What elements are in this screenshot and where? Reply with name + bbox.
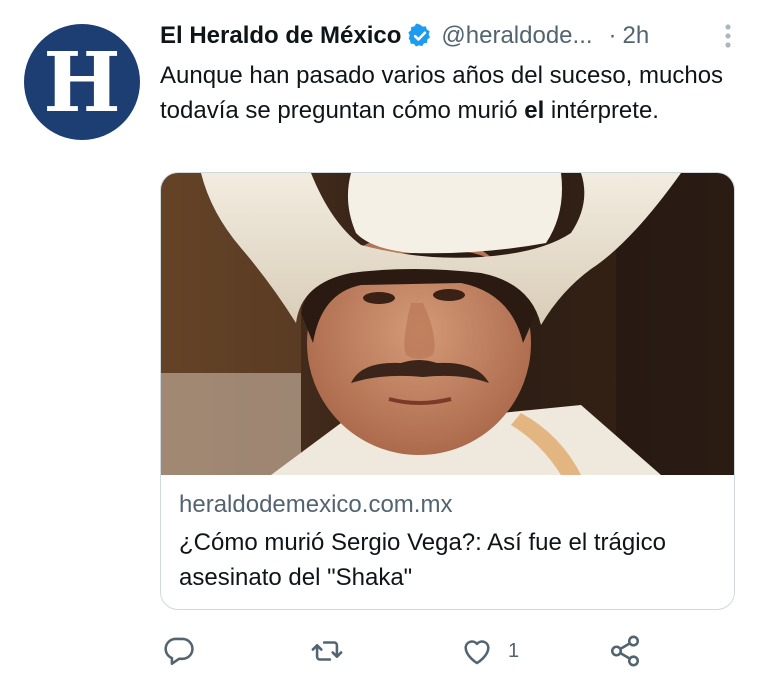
reply-button[interactable] [162, 634, 210, 668]
avatar[interactable]: H [24, 24, 140, 140]
tweet-actions: 1 [160, 630, 700, 678]
avatar-logo-letter: H [43, 35, 121, 131]
share-button[interactable] [608, 634, 656, 668]
like-icon [464, 640, 490, 665]
card-title: ¿Cómo murió Sergio Vega?: Así fue el trá… [179, 529, 666, 591]
card-domain: heraldodemexico.com.mx [179, 491, 453, 518]
tweet-text-end: intérprete. [544, 97, 659, 124]
tweet-header: El Heraldo de México @heraldode... · 2h [160, 18, 740, 54]
like-count: 1 [508, 639, 520, 662]
link-card[interactable]: heraldodemexico.com.mx ¿Cómo murió Sergi… [160, 172, 735, 610]
more-icon[interactable] [716, 22, 740, 50]
tweet-text-bold: el [524, 97, 545, 124]
display-name[interactable]: El Heraldo de México [160, 22, 401, 50]
verified-badge-icon [408, 23, 431, 47]
like-button[interactable]: 1 [460, 634, 519, 668]
tweet-text: Aunque han pasado varios años del suceso… [160, 58, 740, 128]
card-body: heraldodemexico.com.mx ¿Cómo murió Sergi… [179, 489, 718, 595]
share-icon [610, 635, 640, 667]
timestamp[interactable]: 2h [623, 22, 650, 50]
separator-dot: · [608, 22, 617, 49]
handle[interactable]: @heraldode... [441, 22, 592, 50]
reply-icon [164, 637, 194, 666]
retweet-button[interactable] [310, 634, 358, 668]
card-image [161, 173, 734, 475]
retweet-icon [311, 641, 343, 661]
